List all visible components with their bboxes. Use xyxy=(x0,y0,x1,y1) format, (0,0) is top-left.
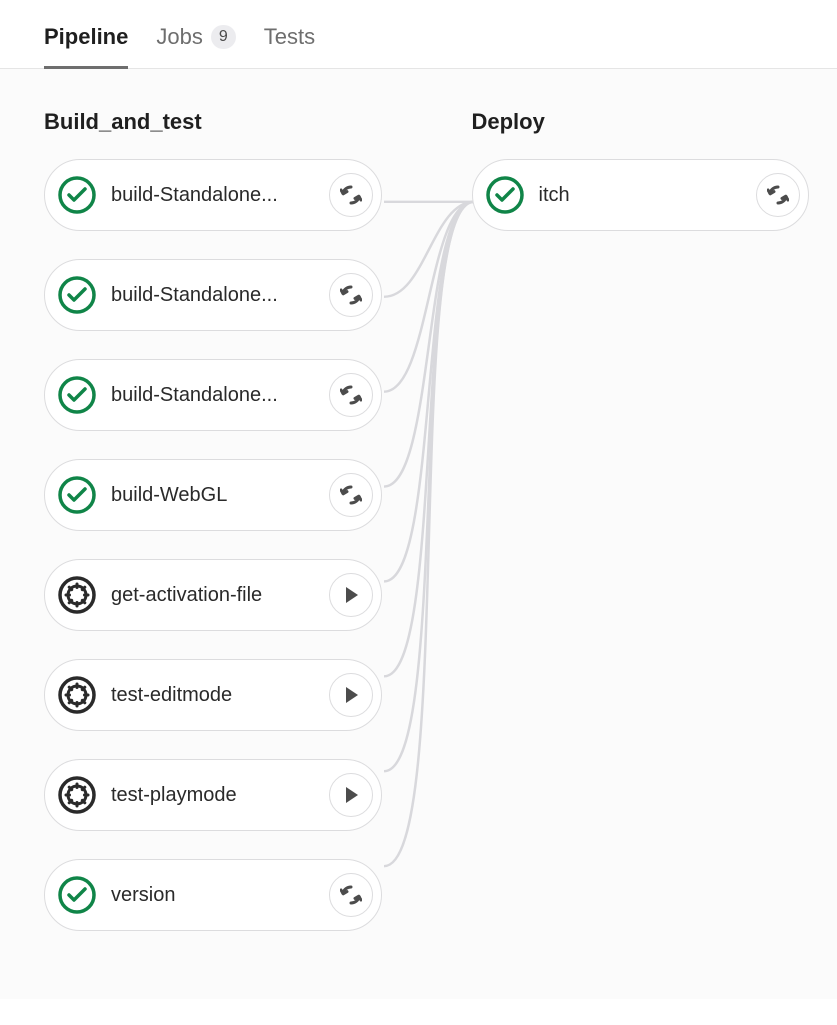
gear-icon xyxy=(57,675,97,715)
tab-tests[interactable]: Tests xyxy=(264,24,315,68)
stage-deploy: Deploy itch xyxy=(472,109,810,959)
job-name: build-Standalone... xyxy=(111,184,329,207)
tab-label: Pipeline xyxy=(44,24,128,50)
job-test-editmode[interactable]: test-editmode xyxy=(44,659,382,731)
job-name: build-Standalone... xyxy=(111,384,329,407)
job-name: get-activation-file xyxy=(111,584,329,607)
play-icon xyxy=(343,586,361,604)
passed-icon xyxy=(57,475,97,515)
play-button[interactable] xyxy=(329,773,373,817)
play-icon xyxy=(343,686,361,704)
passed-icon xyxy=(57,275,97,315)
stage-build-and-test: Build_and_test build-Standalone... build… xyxy=(44,109,382,959)
play-icon xyxy=(343,786,361,804)
retry-button[interactable] xyxy=(329,473,373,517)
gear-icon xyxy=(57,575,97,615)
passed-icon xyxy=(57,175,97,215)
retry-icon xyxy=(340,884,362,906)
gear-icon xyxy=(57,775,97,815)
play-button[interactable] xyxy=(329,673,373,717)
job-build-standalone-1[interactable]: build-Standalone... xyxy=(44,159,382,231)
pipeline-canvas: Build_and_test build-Standalone... build… xyxy=(0,69,837,999)
job-build-webgl[interactable]: build-WebGL xyxy=(44,459,382,531)
job-name: build-WebGL xyxy=(111,484,329,507)
job-test-playmode[interactable]: test-playmode xyxy=(44,759,382,831)
jobs-count-badge: 9 xyxy=(211,25,236,49)
tab-pipeline[interactable]: Pipeline xyxy=(44,24,128,68)
tab-label: Tests xyxy=(264,24,315,50)
retry-button[interactable] xyxy=(329,173,373,217)
job-version[interactable]: version xyxy=(44,859,382,931)
job-name: test-playmode xyxy=(111,784,329,807)
retry-button[interactable] xyxy=(329,273,373,317)
retry-button[interactable] xyxy=(329,373,373,417)
job-name: version xyxy=(111,884,329,907)
tab-jobs[interactable]: Jobs 9 xyxy=(156,24,235,68)
passed-icon xyxy=(57,875,97,915)
stage-title: Deploy xyxy=(472,109,810,135)
retry-button[interactable] xyxy=(756,173,800,217)
job-build-standalone-3[interactable]: build-Standalone... xyxy=(44,359,382,431)
play-button[interactable] xyxy=(329,573,373,617)
job-get-activation-file[interactable]: get-activation-file xyxy=(44,559,382,631)
retry-icon xyxy=(340,184,362,206)
retry-icon xyxy=(767,184,789,206)
job-itch[interactable]: itch xyxy=(472,159,810,231)
retry-icon xyxy=(340,384,362,406)
job-build-standalone-2[interactable]: build-Standalone... xyxy=(44,259,382,331)
tabs-bar: Pipeline Jobs 9 Tests xyxy=(0,0,837,69)
job-name: itch xyxy=(539,184,757,207)
retry-icon xyxy=(340,484,362,506)
job-name: build-Standalone... xyxy=(111,284,329,307)
passed-icon xyxy=(485,175,525,215)
job-name: test-editmode xyxy=(111,684,329,707)
retry-button[interactable] xyxy=(329,873,373,917)
retry-icon xyxy=(340,284,362,306)
passed-icon xyxy=(57,375,97,415)
stage-title: Build_and_test xyxy=(44,109,382,135)
tab-label: Jobs xyxy=(156,24,202,50)
